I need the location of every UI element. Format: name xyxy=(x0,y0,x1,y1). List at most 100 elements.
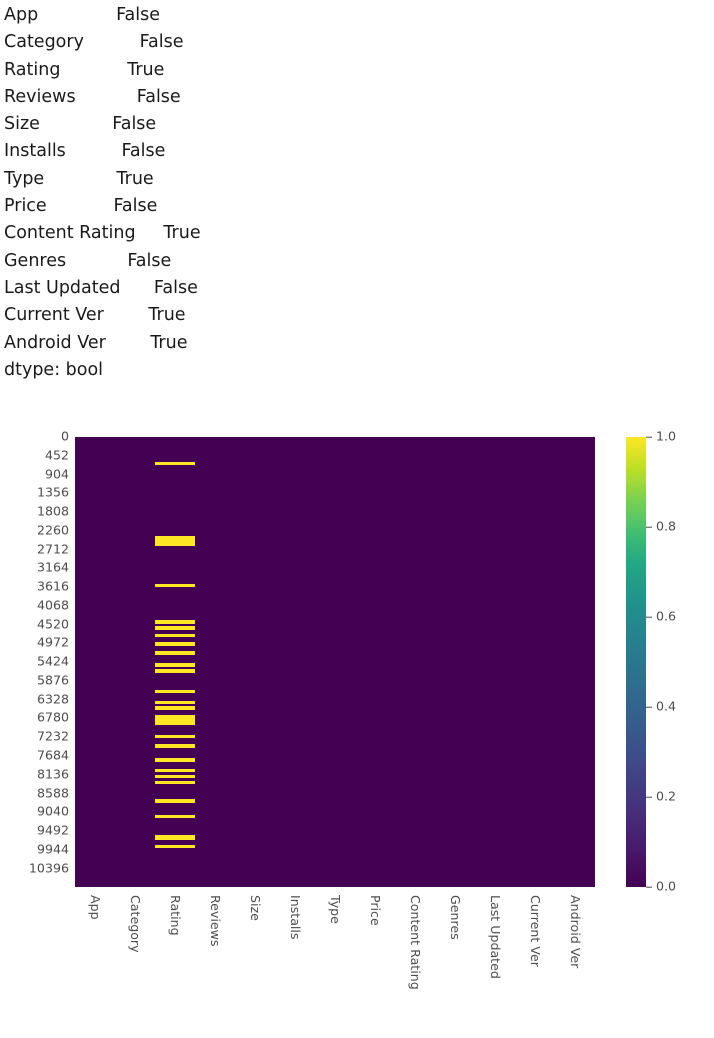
series-value: True xyxy=(127,59,165,80)
series-gap xyxy=(40,114,112,134)
colorbar-tick: 0.4 xyxy=(646,698,677,714)
series-gap xyxy=(106,333,151,353)
colorbar-tick-mark xyxy=(646,526,652,528)
y-tick-label: 4972 xyxy=(36,635,69,651)
series-row: Current Ver True xyxy=(4,302,424,329)
series-index-label: Android Ver xyxy=(4,332,106,353)
heatmap-missing-band xyxy=(155,583,195,587)
y-tick-label: 9944 xyxy=(36,841,69,857)
colorbar-tick-label: 0.6 xyxy=(656,608,677,624)
series-index-label: Genres xyxy=(4,250,67,271)
colorbar-tick: 1.0 xyxy=(646,428,677,444)
series-row: Price False xyxy=(4,193,424,220)
series-index-label: Last Updated xyxy=(4,277,121,298)
y-tick-label: 4068 xyxy=(36,597,69,613)
heatmap-missing-band xyxy=(155,715,195,725)
colorbar-tick-mark xyxy=(646,796,652,798)
series-row: Last Updated False xyxy=(4,275,424,302)
heatmap-column xyxy=(355,437,395,887)
series-value: False xyxy=(136,86,181,107)
x-tick-label: Last Updated xyxy=(487,895,503,979)
x-tick-label: Size xyxy=(247,895,263,921)
heatmap-column xyxy=(195,437,235,887)
y-tick-label: 6780 xyxy=(36,710,69,726)
colorbar-tick-label: 0.4 xyxy=(656,698,677,714)
heatmap-column xyxy=(155,437,195,887)
series-index-label: App xyxy=(4,5,39,25)
heatmap-column xyxy=(435,437,475,887)
heatmap-missing-band xyxy=(155,744,195,748)
y-tick-label: 9492 xyxy=(36,822,69,838)
series-value: False xyxy=(113,196,158,217)
series-index-label: Type xyxy=(4,168,45,189)
series-row: Size False xyxy=(4,111,424,138)
heatmap-plot-area xyxy=(75,437,595,887)
x-tick-label: Content Rating xyxy=(407,895,423,990)
colorbar-tick: 0.8 xyxy=(646,520,676,534)
series-index-label: Installs xyxy=(4,141,66,162)
heatmap-missing-band xyxy=(155,535,195,546)
heatmap-missing-band xyxy=(155,735,195,739)
series-index-label: Price xyxy=(4,196,47,217)
heatmap-column xyxy=(395,437,435,887)
heatmap-figure: 0 452 904 1356 1808 2260 2712 3164 3616 4068 4520 4… xyxy=(0,418,714,1038)
x-tick-label: Type xyxy=(327,895,343,924)
colorbar-tick-labels: 0.0 0.2 0.4 0.6 0.8 1.0 xyxy=(646,430,712,892)
colorbar-tick-label: 0.2 xyxy=(656,788,677,804)
series-value: True xyxy=(150,332,188,353)
y-tick-label: 7232 xyxy=(36,728,69,744)
series-value: False xyxy=(127,250,172,271)
x-axis-tick-labels: App Category Rating Reviews Size Installs Type… xyxy=(75,887,595,1037)
colorbar-tick: 0.2 xyxy=(646,788,677,804)
colorbar-tick-label: 1.0 xyxy=(656,428,677,444)
colorbar-tick: 0.0 xyxy=(646,878,677,894)
y-tick-label: 2260 xyxy=(36,522,69,538)
y-tick-label: 904 xyxy=(44,466,69,482)
y-tick-label: 2712 xyxy=(36,541,69,557)
series-row: Reviews False xyxy=(4,84,424,111)
heatmap-missing-band xyxy=(155,633,195,638)
series-value: True xyxy=(116,168,154,189)
heatmap-missing-band xyxy=(155,620,195,624)
colorbar-tick-mark xyxy=(646,436,652,438)
x-tick-label: App xyxy=(87,895,103,920)
series-dtype-line: dtype: bool xyxy=(4,359,104,380)
heatmap-missing-band xyxy=(155,651,195,655)
y-tick-label: 9040 xyxy=(36,803,69,819)
heatmap-column xyxy=(475,437,515,887)
heatmap-missing-band xyxy=(155,669,195,673)
y-tick-label: 452 xyxy=(44,447,69,463)
colorbar-tick-label: 0.0 xyxy=(656,878,677,894)
series-text-output: App False Category False Rating True Review… xyxy=(4,2,424,384)
heatmap-missing-band xyxy=(155,844,195,848)
heatmap-column xyxy=(75,437,115,887)
series-value: True xyxy=(148,305,186,326)
series-value: True xyxy=(163,223,201,244)
y-tick-label: 5876 xyxy=(36,672,69,688)
series-row: Type True xyxy=(4,166,424,193)
heatmap-column xyxy=(555,437,595,887)
x-tick-label: Rating xyxy=(167,895,183,936)
series-row: Content Rating True xyxy=(4,220,424,247)
series-gap xyxy=(66,251,127,271)
series-gap xyxy=(44,169,116,189)
series-gap xyxy=(136,223,164,243)
series-gap xyxy=(38,5,116,25)
series-gap xyxy=(60,60,127,80)
series-index-label: Current Ver xyxy=(4,305,104,326)
series-row: Rating True xyxy=(4,57,424,84)
x-tick-label: Installs xyxy=(287,895,303,940)
x-tick-label: Genres xyxy=(447,895,463,940)
x-tick-label: Category xyxy=(127,895,143,953)
colorbar-gradient xyxy=(626,437,646,887)
series-index-label: Content Rating xyxy=(4,223,136,244)
x-tick-label: Android Ver xyxy=(567,895,583,969)
y-tick-label: 3164 xyxy=(36,560,69,576)
heatmap-column xyxy=(275,437,315,887)
y-tick-label: 0 xyxy=(60,428,69,444)
colorbar-tick-mark xyxy=(646,706,652,708)
series-gap xyxy=(84,32,140,52)
x-tick-label: Reviews xyxy=(207,895,223,947)
colorbar-tick-mark xyxy=(646,616,652,618)
series-index-label: Rating xyxy=(4,59,61,80)
